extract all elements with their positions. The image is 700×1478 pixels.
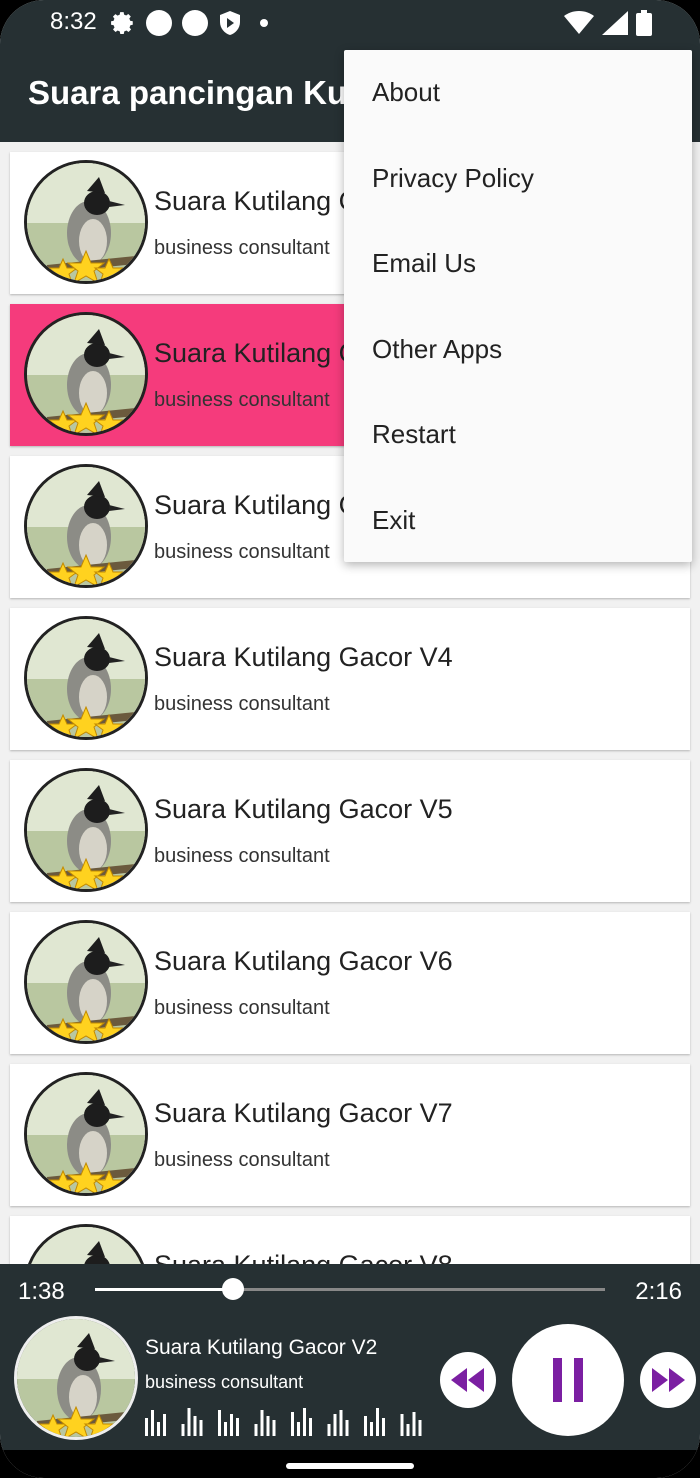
bird-image xyxy=(27,1075,145,1193)
seek-bar[interactable] xyxy=(95,1278,605,1300)
menu-item-restart[interactable]: Restart xyxy=(344,392,692,478)
pause-button[interactable] xyxy=(512,1324,624,1436)
song-thumbnail xyxy=(24,920,148,1044)
song-thumbnail xyxy=(24,464,148,588)
signal-icon xyxy=(602,11,628,35)
song-subtitle: business consultant xyxy=(154,693,330,715)
status-icons-left xyxy=(110,10,268,36)
overflow-menu: About Privacy Policy Email Us Other Apps Res… xyxy=(344,50,692,562)
battery-icon xyxy=(636,10,652,36)
song-thumbnail xyxy=(24,768,148,892)
list-item[interactable]: Suara Kutilang Gacor V7 business consult… xyxy=(10,1064,690,1206)
rewind-icon xyxy=(451,1368,484,1392)
bird-image xyxy=(27,163,145,281)
bird-image xyxy=(27,1227,145,1264)
pause-icon xyxy=(553,1358,583,1402)
song-thumbnail xyxy=(24,1072,148,1196)
bird-image xyxy=(27,619,145,737)
now-playing-title: Suara Kutilang Gacor V2 xyxy=(145,1336,378,1359)
wifi-icon xyxy=(564,11,594,34)
song-title: Suara Kutilang Gacor V6 xyxy=(154,946,453,976)
home-gesture-pill[interactable] xyxy=(286,1463,414,1469)
list-item[interactable]: Suara Kutilang Gacor V4 business consult… xyxy=(10,608,690,750)
bird-image xyxy=(27,315,145,433)
fast-forward-button[interactable] xyxy=(640,1352,696,1408)
status-bar: 8:32 xyxy=(0,0,700,48)
song-thumbnail xyxy=(24,616,148,740)
fast-forward-icon xyxy=(652,1368,685,1392)
now-playing-subtitle: business consultant xyxy=(145,1372,304,1392)
menu-item-other-apps[interactable]: Other Apps xyxy=(344,307,692,393)
rewind-button[interactable] xyxy=(440,1352,496,1408)
status-time: 8:32 xyxy=(50,8,97,35)
song-thumbnail xyxy=(24,312,148,436)
phone-screen: 8:32 Suara pancingan Kutilang Gacor Suar… xyxy=(0,0,700,1478)
seek-thumb[interactable] xyxy=(221,1278,244,1300)
list-item[interactable]: Suara Kutilang Gacor V5 business consult… xyxy=(10,760,690,902)
song-subtitle: business consultant xyxy=(154,997,330,1019)
navigation-bar xyxy=(0,1450,700,1478)
current-time: 1:38 xyxy=(18,1278,65,1305)
circle-icon xyxy=(146,10,172,36)
song-subtitle: business consultant xyxy=(154,1149,330,1171)
total-time: 2:16 xyxy=(635,1278,682,1305)
circle-icon xyxy=(182,10,208,36)
song-thumbnail xyxy=(24,1224,148,1264)
menu-item-privacy-policy[interactable]: Privacy Policy xyxy=(344,136,692,222)
dot-icon xyxy=(260,19,268,27)
song-subtitle: business consultant xyxy=(154,845,330,867)
shield-icon xyxy=(220,11,240,35)
seek-progress xyxy=(95,1288,233,1291)
now-playing-artwork xyxy=(14,1316,138,1440)
menu-item-exit[interactable]: Exit xyxy=(344,478,692,564)
song-title: Suara Kutilang Gacor V7 xyxy=(154,1098,453,1128)
list-item[interactable]: Suara Kutilang Gacor V6 business consult… xyxy=(10,912,690,1054)
bird-image xyxy=(17,1319,135,1437)
song-title: Suara Kutilang Gacor V4 xyxy=(154,642,453,672)
player-bar: 1:38 2:16 Suara Kutilang Gacor V2 busine… xyxy=(0,1264,700,1450)
bird-image xyxy=(27,923,145,1041)
menu-item-about[interactable]: About xyxy=(344,50,692,136)
song-title: Suara Kutilang Gacor V8 xyxy=(154,1250,453,1264)
song-subtitle: business consultant xyxy=(154,389,330,411)
song-subtitle: business consultant xyxy=(154,237,330,259)
gear-icon xyxy=(111,12,133,34)
bird-image xyxy=(27,771,145,889)
song-thumbnail xyxy=(24,160,148,284)
list-item[interactable]: Suara Kutilang Gacor V8 business consult… xyxy=(10,1216,690,1264)
song-subtitle: business consultant xyxy=(154,541,330,563)
bird-image xyxy=(27,467,145,585)
menu-item-email-us[interactable]: Email Us xyxy=(344,221,692,307)
equalizer-visualizer xyxy=(145,1408,422,1436)
song-title: Suara Kutilang Gacor V5 xyxy=(154,794,453,824)
status-icons-right xyxy=(564,10,652,36)
